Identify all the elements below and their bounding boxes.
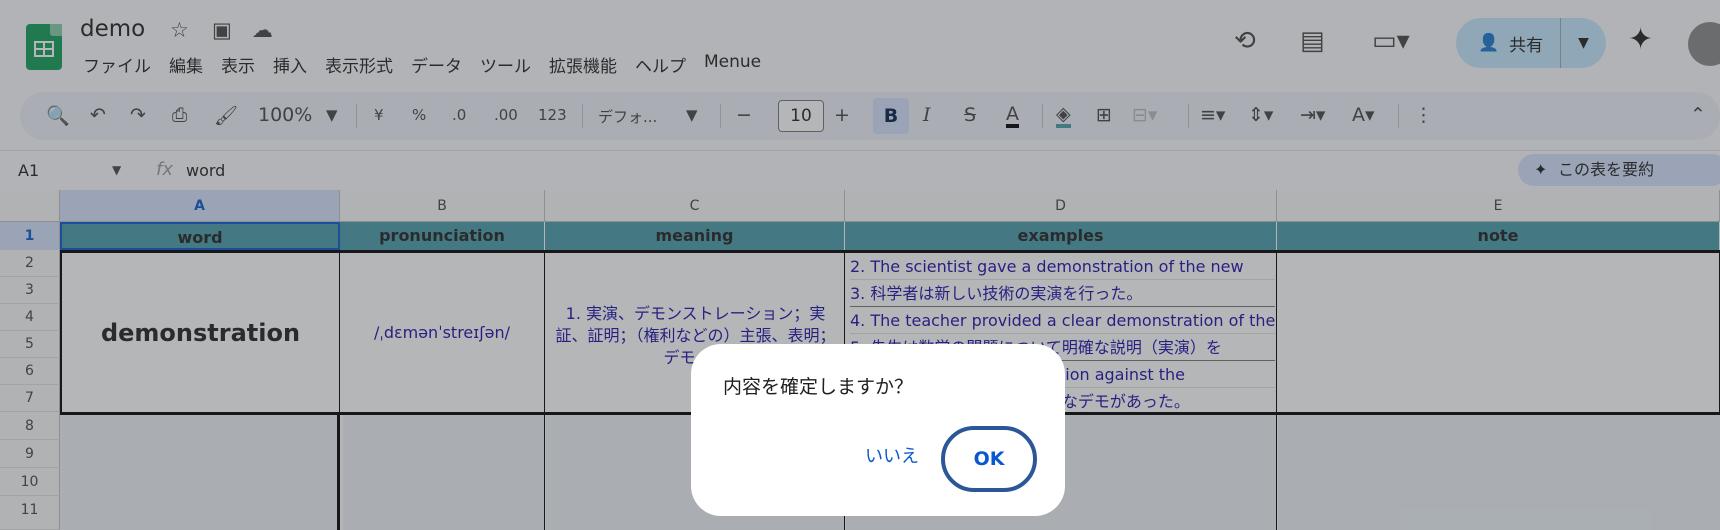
ok-button[interactable]: OK: [941, 426, 1037, 492]
dialog-message: 内容を確定しますか？: [723, 376, 914, 398]
confirm-dialog: 内容を確定しますか？ いいえ OK: [691, 344, 1065, 516]
no-button[interactable]: いいえ: [865, 442, 919, 468]
